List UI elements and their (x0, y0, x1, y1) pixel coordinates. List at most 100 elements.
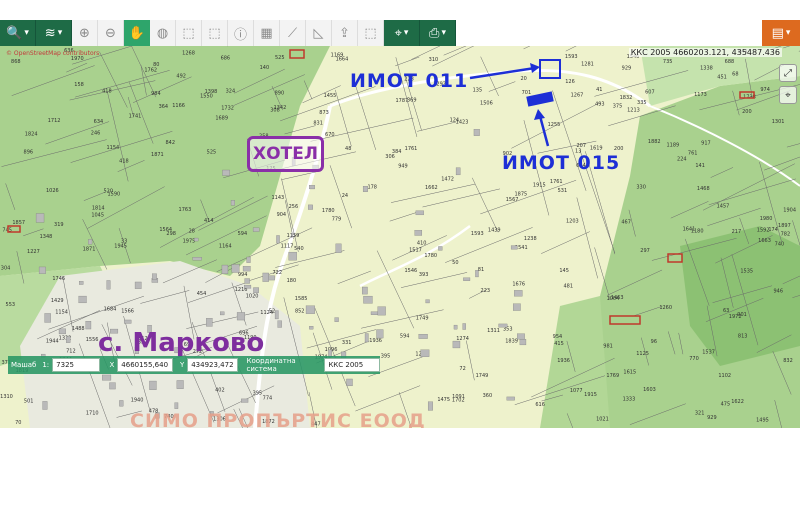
parcel-number: 1091 (452, 394, 465, 400)
parcel-number: 1556 (86, 337, 99, 343)
parcel-number: 868 (11, 59, 21, 65)
parcel-number: 984 (151, 91, 161, 97)
search-icon: 🔍 (6, 25, 23, 41)
parcel-number: 670 (325, 132, 335, 138)
building (427, 401, 433, 411)
parcel-number: 493 (595, 102, 605, 108)
building (453, 324, 458, 330)
parcel-number: 1871 (83, 247, 96, 253)
parcel-number: 1567 (506, 197, 519, 203)
parcel-number: 1689 (215, 115, 228, 121)
parcel-number: 634 (94, 119, 104, 125)
parcel-number: 1159 (287, 233, 300, 239)
parcel-number: 1710 (86, 411, 99, 417)
location-icon: ⌖ (394, 25, 402, 41)
measure-line-button[interactable]: ⟋ (280, 20, 306, 46)
parcel-number: 1712 (48, 118, 61, 124)
zoom-in-button[interactable]: ⊕ (72, 20, 98, 46)
parcel-number: 782 (781, 232, 791, 238)
parcel-number: 873 (319, 110, 329, 116)
document-button[interactable]: ▤ ▾ (762, 20, 800, 46)
building (78, 295, 87, 304)
parcel-number: 145 (559, 268, 569, 274)
building (519, 339, 527, 346)
y-coordinate-input[interactable]: 434923,472 (187, 358, 238, 372)
parcel-number: 1904 (783, 208, 796, 214)
map-side-tool-button[interactable]: ⌖ (779, 86, 797, 104)
parcel-number: 180 (287, 278, 297, 284)
layers-button[interactable]: ≋ ▾ (36, 20, 72, 46)
upload-icon: ⇪ (339, 25, 350, 41)
parcel-number: 1189 (667, 142, 680, 148)
building (346, 378, 353, 387)
crs-select[interactable]: ККС 2005 (324, 358, 380, 372)
parcel-number: 1535 (740, 268, 753, 274)
building (420, 349, 430, 357)
parcel-number: 306 (385, 154, 395, 160)
parcel-number: 418 (102, 89, 112, 95)
parcel-number: 1875 (514, 192, 527, 198)
building (415, 210, 424, 216)
select-clear-button[interactable]: ⬚ (358, 20, 384, 46)
select-rect-button[interactable]: ⬚ (176, 20, 202, 46)
info-button[interactable]: ⓘ (228, 20, 254, 46)
document-icon: ▤ (771, 25, 784, 41)
parcel-number: 174 (768, 227, 778, 233)
globe-button[interactable]: ◍ (150, 20, 176, 46)
chevron-down-icon: ▾ (57, 28, 63, 38)
parcel-number: 70 (15, 420, 21, 426)
upload-button[interactable]: ⇪ (332, 20, 358, 46)
building (231, 264, 240, 273)
select-rect-alt-button[interactable]: ⬚ (202, 20, 228, 46)
print-button[interactable]: ⎙ ▾ (420, 20, 456, 46)
parcel-number: 1936 (557, 358, 570, 364)
building (268, 275, 275, 281)
location-button[interactable]: ⌖ ▾ (384, 20, 420, 46)
parcel-number: 1455 (324, 93, 337, 99)
building (308, 204, 313, 210)
parcel-number: 1780 (424, 253, 437, 259)
select-clear-icon: ⬚ (364, 25, 377, 41)
search-button[interactable]: 🔍 ▾ (0, 20, 36, 46)
building (262, 272, 269, 282)
parcel-number: 1761 (550, 179, 563, 185)
building (510, 245, 518, 250)
parcel-number: 1495 (756, 417, 769, 423)
parcel-number: 1125 (636, 351, 649, 357)
x-coordinate-input[interactable]: 4660155,640 (117, 358, 173, 372)
parcel-number: 735 (663, 59, 673, 65)
scale-label: Машаб (11, 361, 37, 369)
pan-button[interactable]: ✋ (124, 20, 150, 46)
measure-area-button[interactable]: ◺ (306, 20, 332, 46)
parcel-number: 224 (677, 156, 687, 162)
zoom-out-button[interactable]: ⊖ (98, 20, 124, 46)
building (134, 281, 142, 289)
building (230, 200, 235, 206)
scale-input[interactable]: 7325 (52, 358, 101, 372)
parcel-number: 929 (622, 66, 632, 72)
parcel-number: 321 (695, 410, 705, 416)
parcel-number: 954 (553, 334, 563, 340)
parcel-number: 415 (554, 341, 564, 347)
parcel-number: 1857 (12, 220, 25, 226)
table-button[interactable]: ▦ (254, 20, 280, 46)
parcel-number: 842 (165, 140, 175, 146)
map-side-tool-button[interactable]: ⤢ (779, 64, 797, 82)
parcel-number: 1684 (104, 307, 117, 313)
parcel-number: 501 (24, 398, 34, 404)
parcel-number: 594 (400, 333, 410, 339)
parcel-number: 929 (707, 415, 717, 421)
building (514, 290, 523, 297)
cadastral-map[interactable]: 770 467 1763 1506 525 1641 1702 1537 1975 1857 20 1… (0, 46, 800, 428)
chevron-down-icon: ▾ (785, 28, 791, 38)
parcel-number: 813 (738, 333, 748, 339)
parcel-number: 540 (294, 246, 304, 252)
parcel-number: 1281 (581, 62, 594, 68)
map-attribution: © OpenStreetMap contributors (6, 50, 100, 57)
parcel-number: 1154 (107, 145, 120, 151)
parcel-number: 1457 (717, 204, 730, 210)
parcel-number: 1663 (758, 238, 771, 244)
parcel-number: 1761 (405, 146, 418, 152)
building (123, 319, 132, 324)
parcel-number: 1517 (409, 247, 422, 253)
